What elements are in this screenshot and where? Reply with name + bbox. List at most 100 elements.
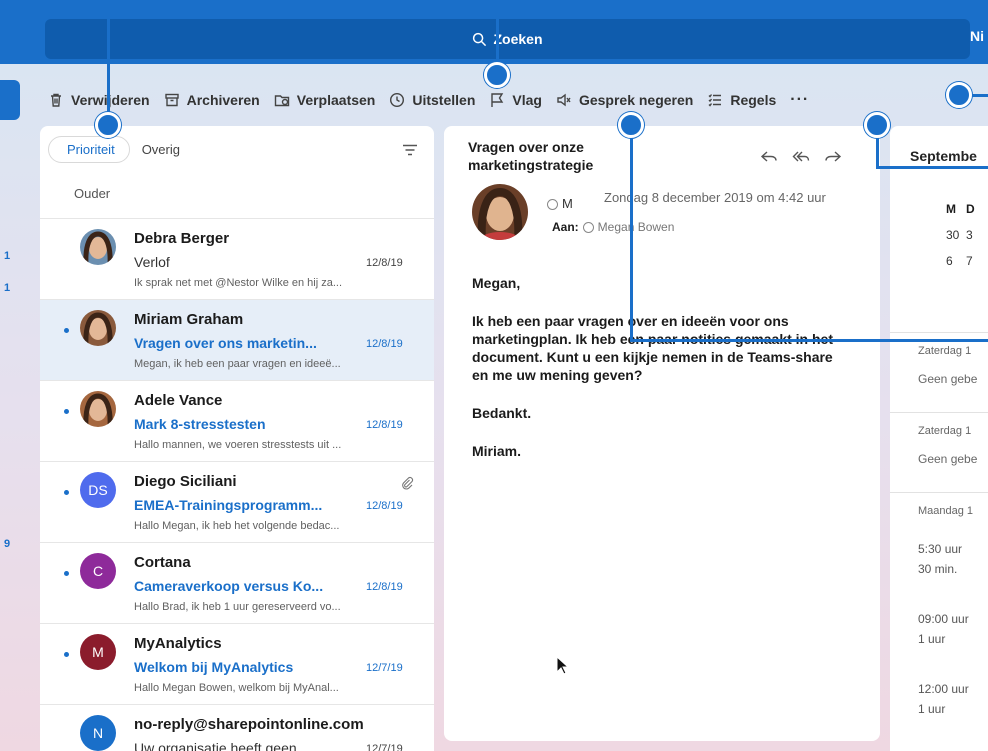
unread-dot-icon xyxy=(64,409,69,414)
clock-icon xyxy=(390,92,405,108)
calendar-day[interactable]: 3 xyxy=(966,228,986,242)
unread-dot-icon xyxy=(64,652,69,657)
mail-subject: Uw organisatie heeft geen... xyxy=(134,740,309,751)
rail-count-3: 9 xyxy=(4,538,11,550)
mail-list-item[interactable]: Nno-reply@sharepointonline.com Uw organis… xyxy=(40,704,434,751)
agenda-no-events: Geen gebe xyxy=(918,372,978,386)
body-paragraph: Ik heb een paar vragen over en ideeën vo… xyxy=(472,313,833,383)
calendar-day[interactable]: 6 xyxy=(946,254,966,268)
mail-date: 12/8/19 xyxy=(366,338,403,350)
paperclip-icon xyxy=(402,476,414,490)
callout-line xyxy=(630,128,633,341)
move-label: Verplaatsen xyxy=(296,92,376,108)
avatar-initials: M xyxy=(92,644,104,660)
mail-list-item[interactable]: DS Diego Siciliani EMEA-Trainingsprogramm.… xyxy=(40,461,434,542)
delete-label: Verwijderen xyxy=(71,92,150,108)
agenda-list: Zaterdag 1 Geen gebe Zaterdag 1 Geen gebe Ma… xyxy=(890,332,988,751)
avatar: C xyxy=(80,553,116,589)
mail-sender: Diego Siciliani xyxy=(134,473,237,490)
mail-list-item[interactable]: Miriam Graham Vragen over ons marketin...… xyxy=(40,299,434,380)
message-list: Debra Berger Verlof 12/8/19 Ik sprak net me… xyxy=(40,218,434,751)
calendar-month[interactable]: Septembe xyxy=(910,148,977,164)
reply-icon[interactable] xyxy=(760,148,778,164)
calendar-pane: Septembe MD 30 3 67 Zaterdag 1 Geen gebe Za… xyxy=(890,126,988,751)
delete-button[interactable]: Verwijderen xyxy=(48,92,150,108)
body-greeting: Megan, xyxy=(472,275,521,291)
agenda-event-time[interactable]: 13:00 uur xyxy=(890,742,988,751)
mail-subject: EMEA-Trainingsprogramm... xyxy=(134,497,323,513)
unread-dot-icon xyxy=(64,571,69,576)
sender-avatar[interactable] xyxy=(472,184,528,240)
rules-label: Regels xyxy=(730,92,777,108)
avatar-initials: N xyxy=(92,725,104,741)
agenda-event-time[interactable]: 1 uur xyxy=(890,698,988,742)
agenda-day-header: Zaterdag 1 xyxy=(890,332,988,372)
avatar: M xyxy=(80,634,116,670)
mail-subject: Welkom bij MyAnalytics xyxy=(134,659,294,675)
avatar xyxy=(80,391,116,427)
mail-sender: Miriam Graham xyxy=(134,311,244,328)
mail-subject: Cameraverkoop versus Ko... xyxy=(134,578,324,594)
avatar xyxy=(80,310,116,346)
agenda-event-time[interactable]: 30 min. xyxy=(890,558,988,602)
tab-focused[interactable]: Prioriteit xyxy=(48,136,130,163)
mail-preview: Hallo mannen, we voeren stresstests uit … xyxy=(134,439,342,451)
command-ribbon: Verwijderen Archiveren Verplaatsen Uitst… xyxy=(48,84,823,116)
mail-preview: Megan, ik heb een paar vragen en ideeë..… xyxy=(134,358,341,370)
unread-dot-icon xyxy=(64,328,69,333)
mail-list-item[interactable]: Debra Berger Verlof 12/8/19 Ik sprak net me… xyxy=(40,218,434,299)
mail-date: 12/8/19 xyxy=(366,257,403,269)
to-label: Aan: xyxy=(552,220,579,234)
snooze-button[interactable]: Uitstellen xyxy=(389,92,475,108)
account-name[interactable]: Ni xyxy=(970,28,984,44)
reading-pane: Vragen over onze marketingstrategie M Zo… xyxy=(444,126,880,741)
left-rail-active-tab[interactable] xyxy=(0,80,20,120)
calendar-day[interactable]: 30 xyxy=(946,228,966,242)
calendar-day[interactable]: 7 xyxy=(966,254,986,268)
archive-button[interactable]: Archiveren xyxy=(164,92,260,108)
reply-all-icon[interactable] xyxy=(792,148,810,164)
rules-button[interactable]: Regels xyxy=(707,92,776,108)
avatar xyxy=(80,229,116,265)
mail-list-item[interactable]: Adele Vance Mark 8-stresstesten 12/8/19 Hal… xyxy=(40,380,434,461)
mail-date: 12/8/19 xyxy=(366,581,403,593)
search-box[interactable]: Zoeken xyxy=(45,19,970,59)
sender-presence-icon xyxy=(547,199,558,210)
tab-other[interactable]: Overig xyxy=(130,137,192,162)
recipient-name[interactable]: Megan Bowen xyxy=(598,220,675,234)
message-actions xyxy=(760,148,842,164)
mail-subject: Vragen over ons marketin... xyxy=(134,335,317,351)
agenda-event-time[interactable]: 1 uur xyxy=(890,628,988,672)
mail-sender: Cortana xyxy=(134,554,191,571)
mute-icon xyxy=(557,93,571,107)
agenda-day-header: Zaterdag 1 xyxy=(890,412,988,452)
trash-icon xyxy=(51,93,61,107)
ignore-label: Gesprek negeren xyxy=(578,92,694,108)
mail-date: 12/7/19 xyxy=(366,743,403,751)
callout-line xyxy=(876,166,988,169)
inbox-tabs: Prioriteit Overig xyxy=(48,136,192,163)
move-folder-icon xyxy=(274,95,289,107)
mail-list-item[interactable]: M MyAnalytics Welkom bij MyAnalytics 12/7/1… xyxy=(40,623,434,704)
avatar: DS xyxy=(80,472,116,508)
agenda-event-time[interactable]: 12:00 uur xyxy=(890,672,988,698)
sender-name[interactable]: M xyxy=(562,196,573,211)
callout-marker xyxy=(484,62,510,88)
rules-icon xyxy=(708,94,722,107)
dow-tuesday: D xyxy=(966,202,975,216)
agenda-event-time[interactable]: 5:30 uur xyxy=(890,532,988,558)
mail-preview: Hallo Megan Bowen, welkom bij MyAnal... xyxy=(134,682,339,694)
mail-list-item[interactable]: C Cortana Cameraverkoop versus Ko... 12/8/1… xyxy=(40,542,434,623)
search-label: Zoeken xyxy=(493,31,543,47)
mail-preview: Ik sprak net met @Nestor Wilke en hij za… xyxy=(134,277,343,289)
filter-icon[interactable] xyxy=(402,144,418,156)
move-button[interactable]: Verplaatsen xyxy=(274,92,376,108)
ignore-conversation-button[interactable]: Gesprek negeren xyxy=(556,92,693,108)
flag-button[interactable]: Vlag xyxy=(489,92,542,108)
mail-preview: Hallo Brad, ik heb 1 uur gereserveerd vo… xyxy=(134,601,341,613)
archive-icon xyxy=(164,93,179,107)
forward-icon[interactable] xyxy=(824,148,842,164)
callout-marker xyxy=(95,112,121,138)
more-options-button[interactable]: ··· xyxy=(790,91,809,109)
agenda-event-time[interactable]: 09:00 uur xyxy=(890,602,988,628)
